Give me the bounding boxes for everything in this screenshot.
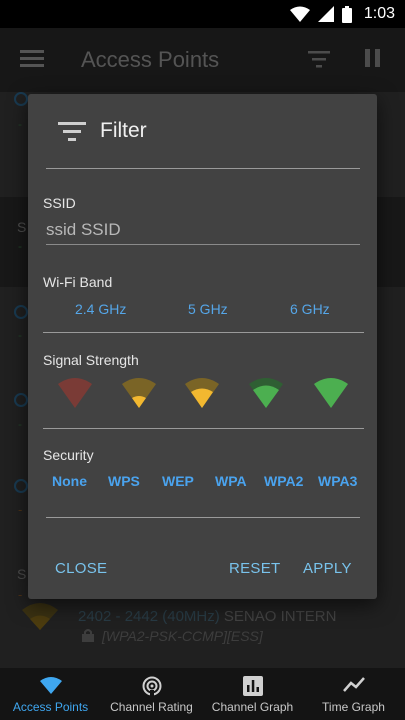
signal-level-4-icon[interactable] [314, 376, 348, 408]
battery-icon [341, 5, 352, 23]
nav-label: Access Points [12, 700, 89, 714]
nav-channel-rating[interactable]: Channel Rating [101, 668, 202, 720]
filter-dialog: Filter SSID ssid SSID Wi-Fi Band 2.4 GHz… [28, 94, 377, 599]
filter-icon [58, 122, 86, 141]
bar-chart-icon [242, 676, 263, 696]
signal-level-0-icon[interactable] [58, 376, 92, 408]
signal-level-2-icon[interactable] [185, 376, 219, 408]
signal-level-3-icon[interactable] [249, 376, 283, 408]
band-option-5ghz[interactable]: 5 GHz [188, 301, 228, 317]
nav-label: Time Graph [322, 700, 385, 714]
security-option-wpa3[interactable]: WPA3 [318, 473, 357, 489]
ssid-input[interactable]: ssid SSID [46, 220, 362, 240]
wifi-status-icon [289, 6, 310, 22]
divider [46, 517, 360, 518]
nav-time-graph[interactable]: Time Graph [303, 668, 404, 720]
line-graph-icon [342, 677, 365, 692]
divider [43, 332, 364, 333]
wifi-icon [39, 677, 62, 694]
status-time: 1:03 [363, 5, 395, 22]
ssid-label: SSID [43, 195, 76, 211]
apply-button[interactable]: APPLY [303, 560, 352, 577]
signal-rating-icon [142, 676, 161, 696]
nav-access-points[interactable]: Access Points [0, 668, 101, 720]
security-option-wpa[interactable]: WPA [215, 473, 247, 489]
security-option-none[interactable]: None [52, 473, 87, 489]
signal-level-1-icon[interactable] [122, 376, 156, 408]
nav-channel-graph[interactable]: Channel Graph [202, 668, 303, 720]
security-option-wps[interactable]: WPS [108, 473, 140, 489]
dialog-header: Filter [58, 119, 147, 143]
security-option-wpa2[interactable]: WPA2 [264, 473, 303, 489]
dialog-title: Filter [100, 119, 147, 142]
nav-label: Channel Rating [110, 700, 193, 714]
cell-signal-icon [317, 6, 334, 22]
band-option-6ghz[interactable]: 6 GHz [290, 301, 330, 317]
nav-label: Channel Graph [211, 700, 294, 714]
signal-strength-label: Signal Strength [43, 352, 139, 368]
band-option-2-4ghz[interactable]: 2.4 GHz [75, 301, 126, 317]
divider [43, 428, 364, 429]
divider [46, 168, 360, 169]
reset-button[interactable]: RESET [229, 560, 281, 577]
bottom-navigation: Access Points Channel Rating Channel Gra… [0, 668, 405, 720]
security-label: Security [43, 447, 94, 463]
close-button[interactable]: CLOSE [55, 560, 107, 577]
status-bar: 1:03 [0, 0, 405, 28]
wifi-band-label: Wi-Fi Band [43, 274, 113, 290]
ssid-input-underline [46, 244, 360, 245]
security-option-wep[interactable]: WEP [162, 473, 194, 489]
